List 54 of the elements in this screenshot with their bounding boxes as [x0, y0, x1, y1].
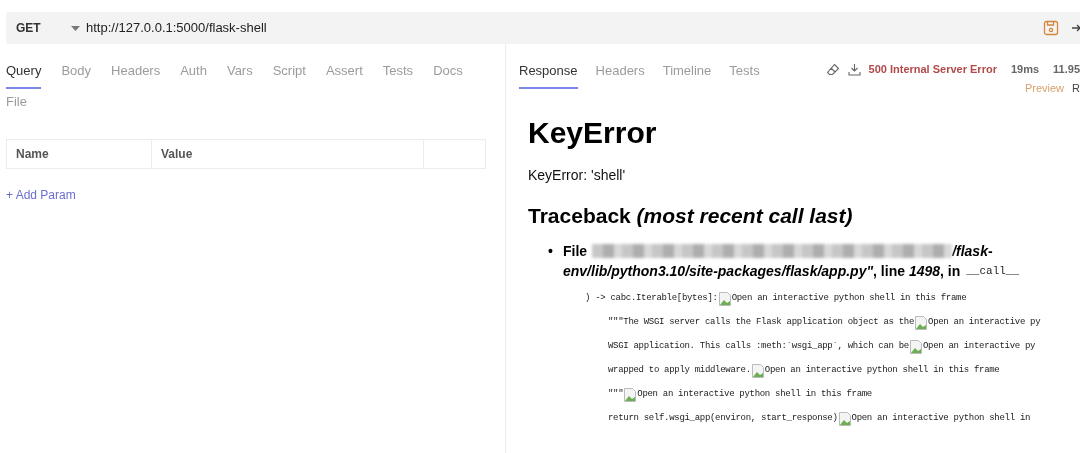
method-dropdown[interactable]: GET: [6, 12, 86, 44]
caret-icon: [71, 25, 80, 31]
request-tab[interactable]: Vars: [226, 58, 253, 89]
request-tab[interactable]: File: [6, 89, 27, 120]
response-tab[interactable]: Headers: [595, 58, 645, 89]
request-tab[interactable]: Assert: [325, 58, 363, 89]
file-location: env/lib/python3.10/site-packages/flask/app.py", line 1498, in: [563, 262, 961, 281]
broken-image-icon: [838, 412, 851, 426]
code-text: wrapped to apply middleware.: [608, 364, 751, 378]
response-size: 11.95: [1053, 61, 1080, 77]
image-alt-text[interactable]: Open an interactive python shell in: [851, 412, 1031, 426]
broken-image-icon: [718, 292, 731, 306]
response-time: 19ms: [1010, 61, 1040, 77]
status-text: 500 Internal Server Error: [868, 61, 997, 77]
url-field[interactable]: http://127.0.0.1:5000/flask-shell: [86, 12, 1043, 44]
request-tab[interactable]: Headers: [111, 58, 161, 89]
view-mode-tab[interactable]: Preview: [1024, 80, 1065, 97]
broken-image-icon: [909, 340, 922, 354]
image-alt-text[interactable]: Open an interactive python shell in this frame: [731, 292, 967, 306]
download-icon[interactable]: [847, 62, 861, 76]
code-text: """The WSGI server calls the Flask application object as the: [608, 316, 915, 330]
function-name: __call__: [966, 264, 1020, 279]
add-param-link[interactable]: + Add Param: [6, 186, 76, 204]
traceback-heading: Traceback (most recent call last): [528, 202, 854, 229]
request-tab[interactable]: Tests: [382, 58, 414, 89]
code-text: """: [608, 388, 624, 402]
code-text: WSGI application. This calls :meth:`wsgi_app`, which can be: [608, 340, 909, 354]
image-alt-text[interactable]: Open an interactive python shell in this frame: [764, 364, 1000, 378]
image-alt-text[interactable]: Open an interactive py: [922, 340, 1036, 354]
code-text: ) -> cabc.Iterable[bytes]:: [585, 292, 718, 306]
save-icon[interactable]: [1043, 20, 1059, 36]
request-tab[interactable]: Script: [272, 58, 306, 89]
response-tab[interactable]: Tests: [729, 58, 760, 89]
request-tab[interactable]: Body: [61, 58, 92, 89]
image-alt-text[interactable]: Open an interactive python shell in this frame: [637, 388, 872, 402]
bullet: •: [548, 242, 554, 261]
image-alt-text[interactable]: Open an interactive py: [928, 316, 1041, 330]
response-tab[interactable]: Timeline: [662, 58, 712, 89]
request-tab[interactable]: Auth: [180, 58, 207, 89]
view-mode-tab[interactable]: R: [1072, 80, 1080, 97]
error-message: KeyError: 'shell': [528, 165, 627, 185]
column-header: Value: [152, 140, 424, 168]
response-tab[interactable]: Response: [519, 58, 578, 89]
broken-image-icon: [751, 364, 764, 378]
code-text: return self.wsgi_app(environ, start_response): [608, 412, 838, 426]
file-path: /flask-: [952, 242, 993, 261]
broken-image-icon: [624, 388, 637, 402]
column-header: Name: [7, 140, 152, 168]
request-tab[interactable]: Docs: [433, 58, 463, 89]
eraser-icon[interactable]: [826, 62, 840, 76]
broken-image-icon: [915, 316, 928, 330]
error-title: KeyError: [528, 114, 658, 151]
request-tab[interactable]: Query: [6, 58, 42, 89]
file-label: File: [563, 242, 588, 261]
